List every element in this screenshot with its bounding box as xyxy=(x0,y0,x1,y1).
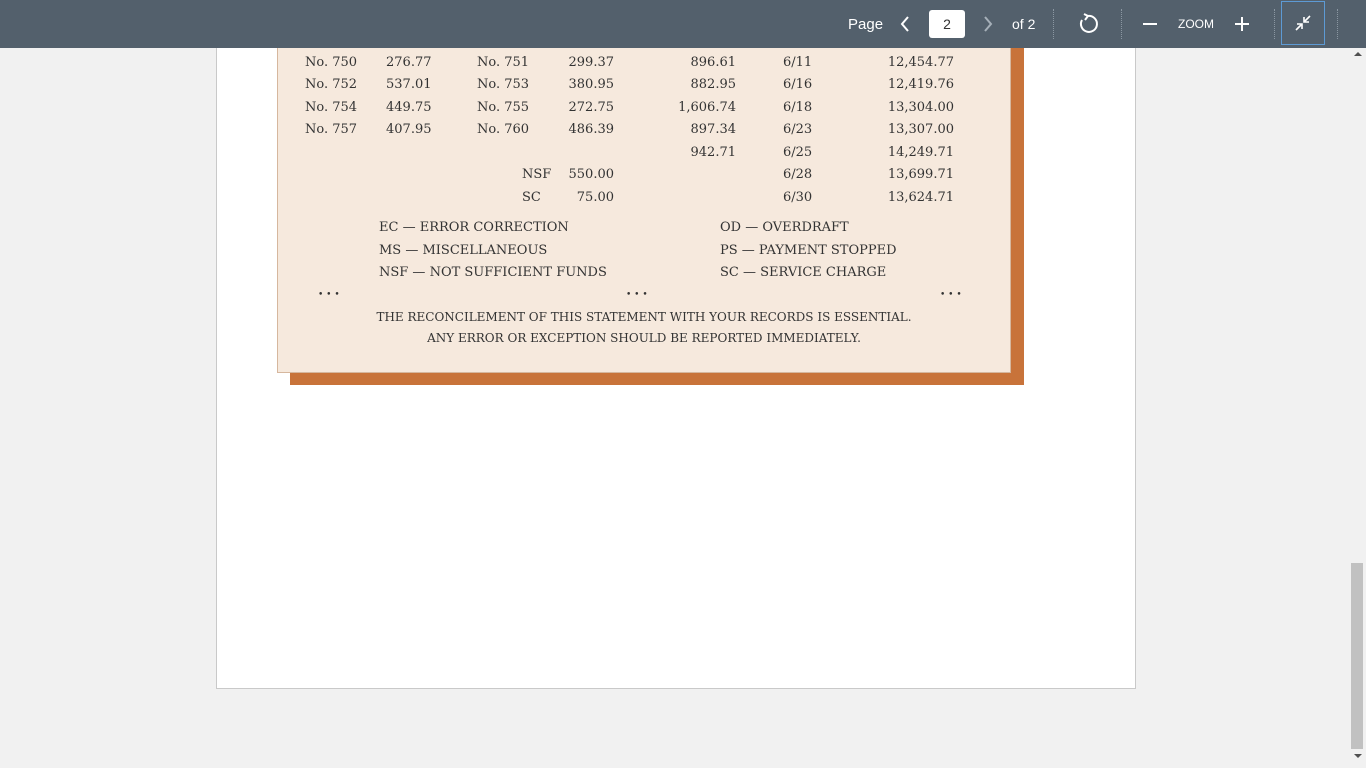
scroll-down-button[interactable] xyxy=(1349,753,1366,765)
chevron-right-icon xyxy=(984,16,993,32)
prev-page-button[interactable] xyxy=(893,0,917,48)
balance-amount: 13,624.71 xyxy=(887,190,954,205)
check-number: No. 760 xyxy=(477,122,530,137)
check-number: No. 754 xyxy=(305,100,358,115)
plus-icon xyxy=(1235,17,1249,31)
deposit-amount: 942.71 xyxy=(690,145,737,160)
vertical-scrollbar[interactable] xyxy=(1349,48,1366,768)
legend-item: NSF — NOT SUFFICIENT FUNDS xyxy=(379,265,607,280)
check-number: No. 755 xyxy=(477,100,530,115)
legend-item: OD — OVERDRAFT xyxy=(720,220,849,235)
transaction-date: 6/16 xyxy=(783,77,813,92)
document-page: No. 750 276.77 No. 751 299.37 896.61 6/1… xyxy=(216,48,1136,689)
transaction-date: 6/11 xyxy=(783,55,813,70)
legend-item: MS — MISCELLANEOUS xyxy=(379,243,548,258)
next-page-button[interactable] xyxy=(976,0,1000,48)
zoom-in-button[interactable] xyxy=(1230,0,1254,48)
rotate-icon xyxy=(1079,13,1098,33)
toolbar-divider xyxy=(1274,9,1275,39)
charge-amount: 75.00 xyxy=(576,190,614,205)
legend-item: EC — ERROR CORRECTION xyxy=(379,220,569,235)
rotate-button[interactable] xyxy=(1074,0,1102,48)
check-number: No. 751 xyxy=(477,55,530,70)
separator-dots: • • • xyxy=(940,290,962,300)
deposit-amount: 896.61 xyxy=(690,55,737,70)
zoom-out-button[interactable] xyxy=(1138,0,1162,48)
minus-icon xyxy=(1143,23,1157,25)
scrollbar-thumb[interactable] xyxy=(1351,563,1363,749)
charge-amount: 550.00 xyxy=(568,167,615,182)
chevron-left-icon xyxy=(900,16,909,32)
transaction-date: 6/28 xyxy=(783,167,813,182)
transaction-date: 6/23 xyxy=(783,122,813,137)
check-amount: 299.37 xyxy=(568,55,615,70)
balance-amount: 13,699.71 xyxy=(887,167,954,182)
statement-footer: ANY ERROR OR EXCEPTION SHOULD BE REPORTE… xyxy=(427,331,861,345)
separator-dots: • • • xyxy=(318,290,340,300)
page-number-input[interactable] xyxy=(929,10,965,38)
viewer-toolbar: Page of 2 ZOOM xyxy=(0,0,1366,48)
legend-item: PS — PAYMENT STOPPED xyxy=(720,243,897,258)
statement-footer: THE RECONCILEMENT OF THIS STATEMENT WITH… xyxy=(376,310,912,324)
check-number: No. 757 xyxy=(305,122,358,137)
check-amount: 486.39 xyxy=(568,122,615,137)
caret-up-icon xyxy=(1353,52,1362,56)
balance-amount: 12,419.76 xyxy=(887,77,954,92)
deposit-amount: 882.95 xyxy=(690,77,737,92)
charge-code: SC xyxy=(522,190,541,205)
check-amount: 537.01 xyxy=(386,77,432,92)
check-amount: 272.75 xyxy=(568,100,615,115)
page-count-label: of 2 xyxy=(1012,16,1036,32)
check-amount: 380.95 xyxy=(568,77,615,92)
balance-amount: 14,249.71 xyxy=(887,145,954,160)
check-number: No. 753 xyxy=(477,77,530,92)
exit-fullscreen-button[interactable] xyxy=(1281,1,1325,45)
collapse-arrows-icon xyxy=(1295,15,1311,31)
separator-dots: • • • xyxy=(626,290,648,300)
bank-statement: No. 750 276.77 No. 751 299.37 896.61 6/1… xyxy=(277,48,1011,373)
toolbar-divider xyxy=(1121,9,1122,39)
transaction-date: 6/18 xyxy=(783,100,813,115)
balance-amount: 13,304.00 xyxy=(887,100,954,115)
deposit-amount: 897.34 xyxy=(690,122,737,137)
check-amount: 407.95 xyxy=(386,122,432,137)
deposit-amount: 1,606.74 xyxy=(678,100,736,115)
page-label: Page xyxy=(848,15,884,33)
toolbar-divider xyxy=(1337,9,1338,39)
check-amount: 276.77 xyxy=(386,55,432,70)
scroll-up-button[interactable] xyxy=(1349,51,1366,63)
zoom-label: ZOOM xyxy=(1178,17,1214,31)
balance-amount: 12,454.77 xyxy=(887,55,954,70)
balance-amount: 13,307.00 xyxy=(887,122,954,137)
transaction-date: 6/30 xyxy=(783,190,813,205)
transaction-date: 6/25 xyxy=(783,145,813,160)
caret-down-icon xyxy=(1353,754,1362,758)
check-amount: 449.75 xyxy=(386,100,432,115)
check-number: No. 750 xyxy=(305,55,358,70)
toolbar-divider xyxy=(1053,9,1054,39)
legend-item: SC — SERVICE CHARGE xyxy=(720,265,887,280)
check-number: No. 752 xyxy=(305,77,358,92)
